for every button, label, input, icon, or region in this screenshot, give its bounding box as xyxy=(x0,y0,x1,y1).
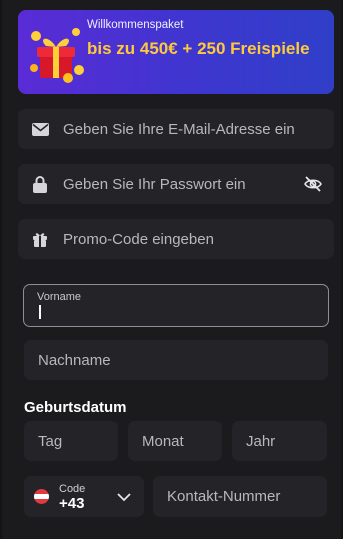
country-code-select[interactable]: Code +43 xyxy=(24,476,144,517)
bonus-headline: bis zu 450€ + 250 Freispiele xyxy=(87,39,310,58)
birth-day-select[interactable]: Tag xyxy=(24,421,118,461)
gift-icon xyxy=(31,230,49,248)
welcome-bonus-banner: Willkommenspaket bis zu 450€ + 250 Freis… xyxy=(18,10,334,94)
last-name-placeholder: Nachname xyxy=(38,351,111,369)
promo-code-field[interactable]: Promo-Code eingeben xyxy=(18,219,334,259)
promo-code-placeholder: Promo-Code eingeben xyxy=(63,230,214,248)
gift-box-icon xyxy=(30,28,84,83)
password-placeholder: Geben Sie Ihr Passwort ein xyxy=(63,175,246,193)
bonus-subtitle: Willkommenspaket xyxy=(87,19,184,31)
phone-number-placeholder: Kontakt-Nummer xyxy=(167,488,281,505)
password-field[interactable]: Geben Sie Ihr Passwort ein xyxy=(18,164,334,204)
lock-icon xyxy=(31,175,49,193)
envelope-icon xyxy=(31,120,49,138)
birth-year-placeholder: Jahr xyxy=(246,432,276,450)
last-name-input[interactable]: Nachname xyxy=(24,340,328,380)
birthdate-label: Geburtsdatum xyxy=(24,399,127,416)
birth-month-placeholder: Monat xyxy=(142,432,184,450)
text-cursor xyxy=(39,305,41,319)
phone-number-input[interactable]: Kontakt-Nummer xyxy=(153,476,327,517)
birth-year-select[interactable]: Jahr xyxy=(232,421,327,461)
first-name-input[interactable]: Vorname xyxy=(23,284,329,327)
first-name-label: Vorname xyxy=(37,291,82,303)
country-code-value: +43 xyxy=(59,495,85,512)
austria-flag-icon xyxy=(34,489,49,504)
registration-form: Willkommenspaket bis zu 450€ + 250 Freis… xyxy=(2,0,341,539)
email-placeholder: Geben Sie Ihre E-Mail-Adresse ein xyxy=(63,120,295,138)
chevron-down-icon xyxy=(117,493,131,502)
birth-month-select[interactable]: Monat xyxy=(128,421,222,461)
email-field[interactable]: Geben Sie Ihre E-Mail-Adresse ein xyxy=(18,109,334,149)
country-code-label: Code xyxy=(59,483,86,495)
birth-day-placeholder: Tag xyxy=(38,432,63,450)
eye-off-icon[interactable] xyxy=(303,174,323,194)
